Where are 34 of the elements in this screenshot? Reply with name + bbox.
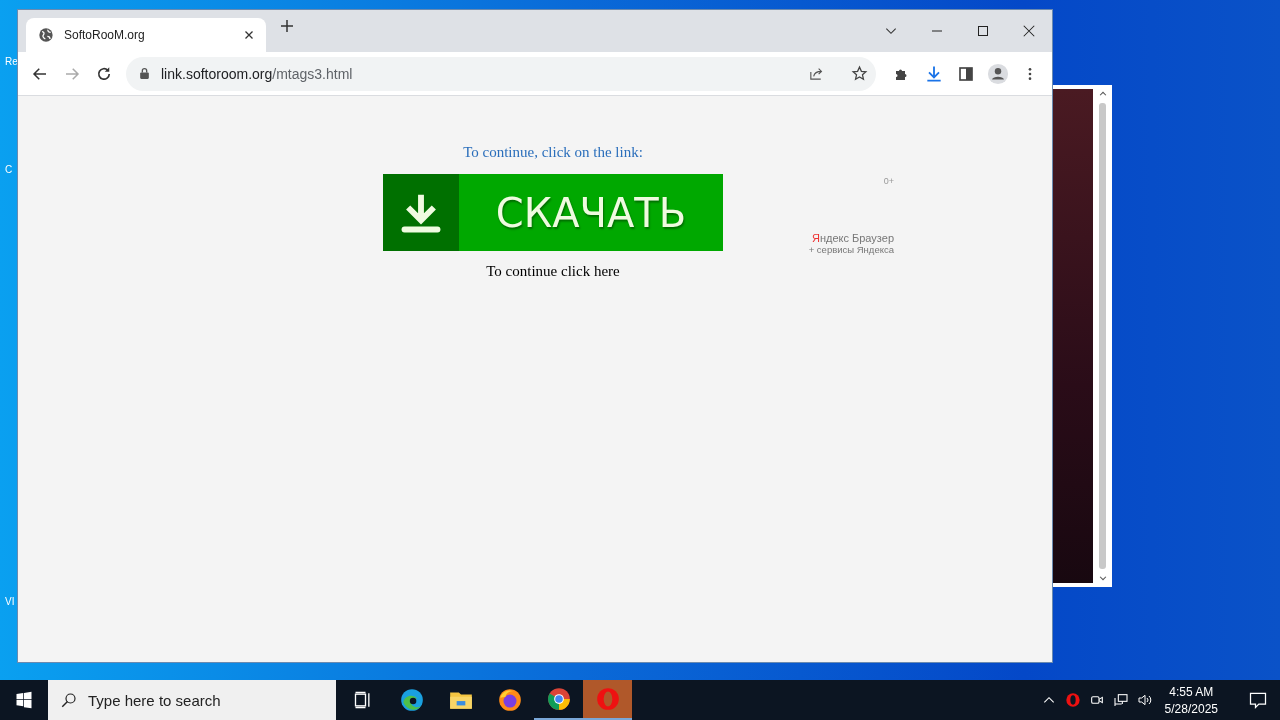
globe-icon [38, 27, 54, 43]
close-icon[interactable] [1022, 24, 1036, 38]
star-icon[interactable] [851, 65, 868, 82]
task-view-icon[interactable] [352, 690, 373, 710]
share-icon[interactable] [808, 65, 825, 82]
opera-icon[interactable] [1064, 692, 1081, 708]
ad-title[interactable]: Яндекс Браузер [811, 232, 894, 244]
taskbar-search-field[interactable]: Type here to search [48, 680, 336, 720]
desktop-icon-label: C [5, 164, 13, 175]
network-icon[interactable] [1112, 692, 1129, 708]
lock-icon [138, 67, 151, 80]
desktop-icon-label: Re [5, 56, 18, 67]
profile-icon[interactable] [987, 62, 1009, 85]
maximize-icon[interactable] [977, 25, 989, 37]
desktop-icon-label: VI [5, 596, 15, 607]
notifications-icon[interactable] [1248, 690, 1268, 710]
side-panel-icon[interactable] [957, 64, 975, 83]
new-tab-icon[interactable] [278, 17, 296, 35]
continue-link[interactable]: To continue click here [486, 263, 620, 280]
volume-icon[interactable] [1136, 692, 1153, 708]
ad-subtitle: + сервисы Яндекса [808, 244, 894, 255]
scroll-down-icon[interactable] [1097, 573, 1108, 583]
taskbar-clock[interactable]: 4:55 AM 5/28/2025 [1164, 684, 1218, 716]
edge-icon[interactable] [398, 687, 425, 713]
prompt-text: To continue, click on the link: [463, 144, 643, 161]
windows-start-icon[interactable] [15, 691, 33, 709]
firefox-icon[interactable] [496, 687, 523, 713]
browser-tab[interactable]: SoftoRooM.org [26, 18, 266, 52]
address-bar[interactable]: link.softoroom.org/mtags3.html [126, 56, 876, 91]
scrollbar-thumb[interactable] [1099, 103, 1106, 569]
age-rating: 0+ [883, 176, 894, 186]
scroll-up-icon[interactable] [1097, 89, 1108, 99]
chrome-icon[interactable] [545, 686, 572, 712]
search-icon [60, 691, 78, 709]
